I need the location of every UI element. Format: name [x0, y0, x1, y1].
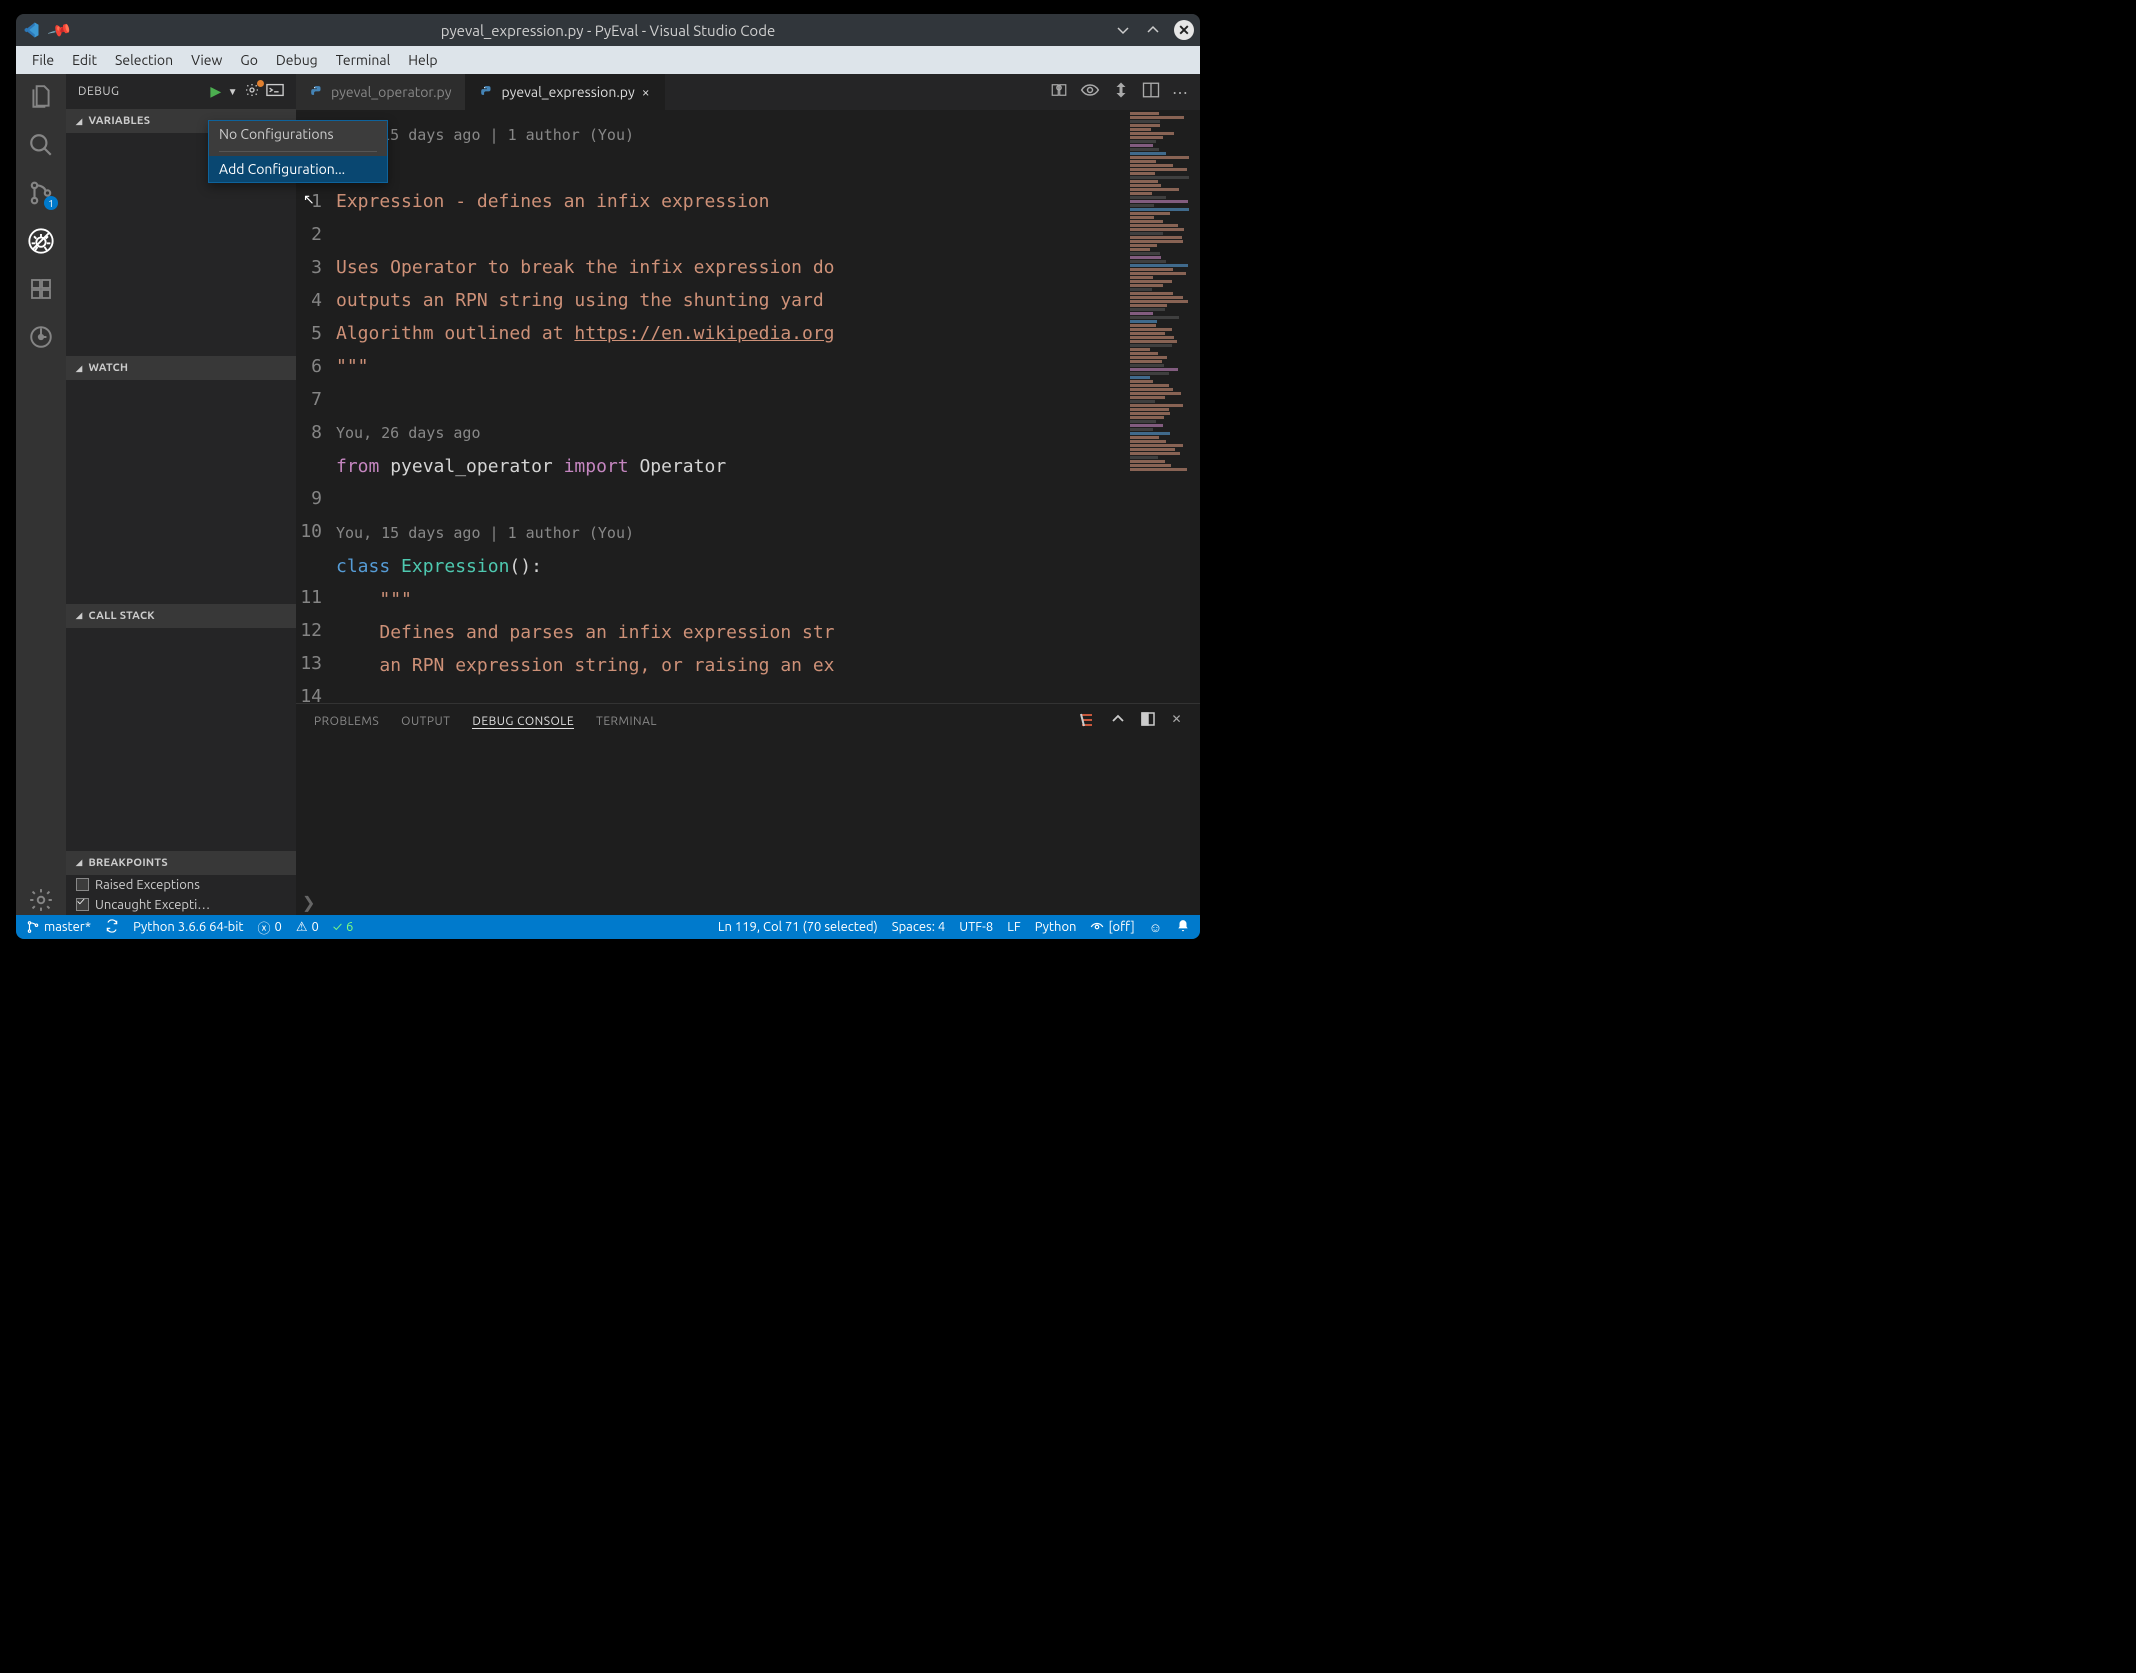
breakpoint-item[interactable]: Raised Exceptions: [66, 875, 296, 895]
settings-gear-icon[interactable]: [26, 885, 56, 915]
debug-sidebar: DEBUG ▶ ▼ VARIABLES WATCH CALL STACK BRE…: [66, 74, 296, 915]
panel-up-icon[interactable]: [1111, 712, 1125, 731]
more-icon[interactable]: ⋯: [1172, 83, 1188, 102]
indentation[interactable]: Spaces: 4: [892, 920, 945, 934]
editor-tab[interactable]: pyeval_expression.py ×: [466, 74, 664, 110]
bottom-panel: PROBLEMS OUTPUT DEBUG CONSOLE TERMINAL ✕ ❯: [296, 703, 1200, 915]
panel-tab-debug-console[interactable]: DEBUG CONSOLE: [472, 715, 574, 729]
dropdown-no-config[interactable]: No Configurations: [209, 121, 387, 147]
checks-count[interactable]: ✓ 6: [333, 920, 353, 934]
encoding[interactable]: UTF-8: [959, 920, 993, 934]
maximize-button[interactable]: [1144, 21, 1162, 39]
sync-icon[interactable]: [105, 919, 119, 936]
menu-edit[interactable]: Edit: [64, 50, 105, 70]
panel-tab-problems[interactable]: PROBLEMS: [314, 715, 379, 728]
config-dropdown-button[interactable]: ▼: [228, 86, 238, 98]
code-lens[interactable]: You, 26 days ago: [336, 416, 1130, 450]
dropdown-separator: [219, 151, 377, 152]
dropdown-add-config[interactable]: Add Configuration...: [209, 156, 387, 182]
panel-tabs: PROBLEMS OUTPUT DEBUG CONSOLE TERMINAL ✕: [296, 704, 1200, 739]
minimap[interactable]: [1130, 110, 1200, 703]
menu-view[interactable]: View: [183, 50, 230, 70]
watch-section[interactable]: WATCH: [66, 356, 296, 380]
debug-icon[interactable]: [26, 226, 56, 256]
checkbox[interactable]: [76, 878, 89, 891]
panel-maximize-icon[interactable]: [1141, 712, 1155, 731]
clear-icon[interactable]: [1079, 712, 1095, 731]
menu-debug[interactable]: Debug: [268, 50, 326, 70]
titlebar: 📌 pyeval_expression.py - PyEval - Visual…: [16, 14, 1200, 46]
debug-console-body[interactable]: [296, 739, 1200, 893]
panel-close-icon[interactable]: ✕: [1171, 712, 1182, 731]
menu-go[interactable]: Go: [232, 50, 265, 70]
breakpoints-section[interactable]: BREAKPOINTS: [66, 851, 296, 875]
watch-body: [66, 380, 296, 603]
explorer-icon[interactable]: [26, 82, 56, 112]
breakpoint-item[interactable]: Uncaught Excepti…: [66, 895, 296, 915]
vscode-window: 📌 pyeval_expression.py - PyEval - Visual…: [16, 14, 1200, 939]
debug-console-input[interactable]: ❯: [296, 893, 1200, 915]
breakpoint-label: Uncaught Excepti…: [95, 898, 210, 912]
bell-icon[interactable]: [1176, 919, 1190, 936]
panel-tab-output[interactable]: OUTPUT: [401, 715, 450, 728]
callstack-body: [66, 628, 296, 851]
activity-bar: 1: [16, 74, 66, 915]
editor-pane: pyeval_operator.pypyeval_expression.py× …: [296, 74, 1200, 915]
scm-icon[interactable]: 1: [26, 178, 56, 208]
git-branch[interactable]: master*: [26, 920, 91, 934]
warnings-count[interactable]: ⚠ 0: [296, 920, 319, 935]
debug-console-icon[interactable]: [266, 83, 284, 100]
debug-settings-icon[interactable]: [244, 82, 260, 101]
start-debug-button[interactable]: ▶: [210, 83, 221, 100]
errors-count[interactable]: ⓧ 0: [257, 918, 281, 937]
gitlens-icon[interactable]: [26, 322, 56, 352]
search-icon[interactable]: [26, 130, 56, 160]
code-area[interactable]: You, 15 days ago | 1 author (You)"""Expr…: [336, 110, 1130, 703]
python-version[interactable]: Python 3.6.6 64-bit: [133, 920, 243, 934]
eol[interactable]: LF: [1007, 920, 1020, 934]
breakpoint-label: Raised Exceptions: [95, 878, 200, 892]
code-lens[interactable]: You, 15 days ago | 1 author (You): [336, 516, 1130, 550]
scm-badge: 1: [44, 196, 58, 210]
diff-icon[interactable]: [1112, 81, 1130, 103]
vscode-icon: [22, 21, 40, 39]
editor-tab[interactable]: pyeval_operator.py: [296, 74, 466, 110]
close-button[interactable]: ✕: [1174, 20, 1194, 40]
window-title: pyeval_expression.py - PyEval - Visual S…: [441, 22, 776, 39]
language-mode[interactable]: Python: [1035, 920, 1077, 934]
menu-file[interactable]: File: [24, 50, 62, 70]
reveal-icon[interactable]: [1080, 83, 1100, 101]
minimize-button[interactable]: [1114, 21, 1132, 39]
tab-bar: pyeval_operator.pypyeval_expression.py× …: [296, 74, 1200, 110]
close-tab-icon[interactable]: ×: [642, 84, 650, 100]
checkbox[interactable]: [76, 898, 89, 911]
extensions-icon[interactable]: [26, 274, 56, 304]
tab-label: pyeval_expression.py: [501, 84, 634, 100]
code-lens[interactable]: You, 15 days ago | 1 author (You): [336, 118, 1130, 152]
editor[interactable]: 12345678 910 11121314 You, 15 days ago |…: [296, 110, 1200, 703]
gutter: 12345678 910 11121314: [296, 110, 336, 703]
debug-title: DEBUG: [78, 85, 119, 98]
menu-selection[interactable]: Selection: [107, 50, 181, 70]
config-dropdown: No Configurations Add Configuration...: [208, 120, 388, 183]
menu-help[interactable]: Help: [400, 50, 445, 70]
debug-header: DEBUG ▶ ▼: [66, 74, 296, 109]
compare-icon[interactable]: [1050, 81, 1068, 103]
breakpoints-list: Raised Exceptions Uncaught Excepti…: [66, 875, 296, 915]
tab-label: pyeval_operator.py: [331, 84, 451, 100]
status-bar: master* Python 3.6.6 64-bit ⓧ 0 ⚠ 0 ✓ 6 …: [16, 915, 1200, 939]
menu-terminal[interactable]: Terminal: [328, 50, 399, 70]
live-share-off[interactable]: [off]: [1090, 920, 1134, 934]
pin-icon[interactable]: 📌: [47, 17, 74, 43]
callstack-section[interactable]: CALL STACK: [66, 604, 296, 628]
menubar: FileEditSelectionViewGoDebugTerminalHelp: [16, 46, 1200, 74]
feedback-icon[interactable]: ☺: [1149, 920, 1162, 935]
split-icon[interactable]: [1142, 81, 1160, 103]
cursor-position[interactable]: Ln 119, Col 71 (70 selected): [718, 920, 878, 934]
panel-tab-terminal[interactable]: TERMINAL: [596, 715, 657, 728]
